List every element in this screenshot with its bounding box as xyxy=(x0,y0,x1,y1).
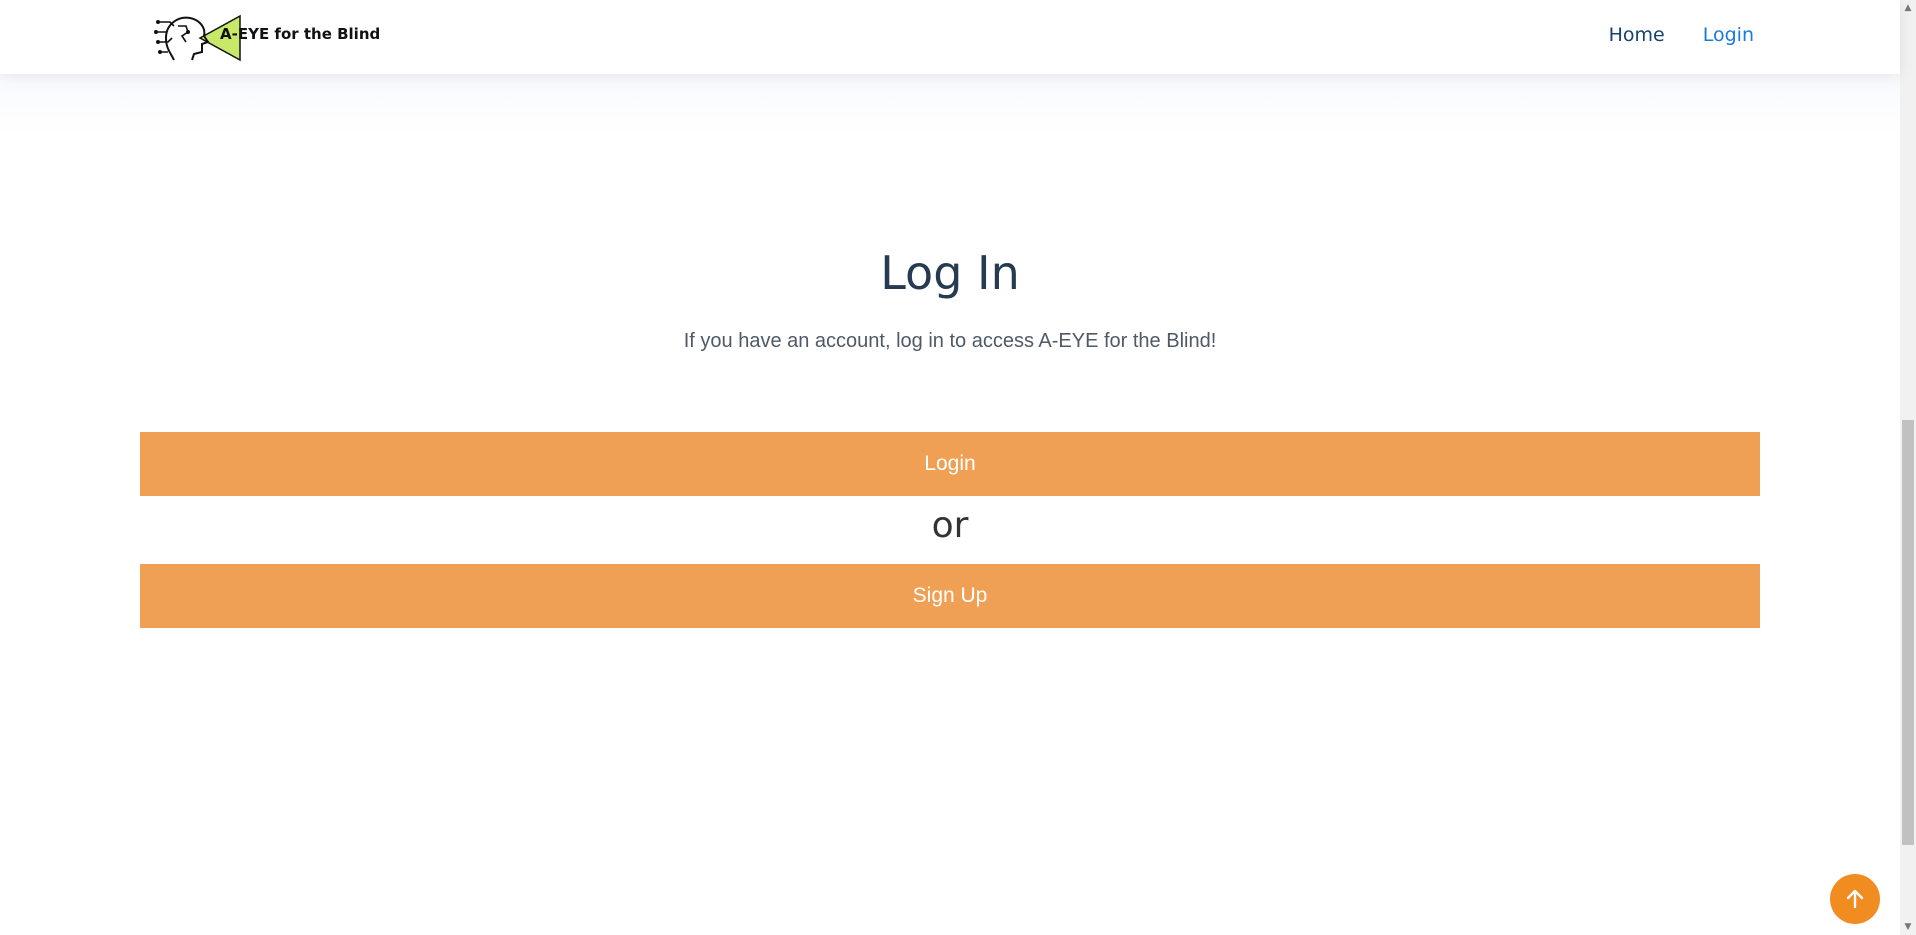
signup-button[interactable]: Sign Up xyxy=(140,564,1760,628)
arrow-up-icon xyxy=(1846,889,1864,909)
scrollbar-thumb[interactable] xyxy=(1902,420,1914,845)
page-title: Log In xyxy=(880,246,1020,300)
scroll-down-arrow-icon[interactable]: ▼ xyxy=(1900,919,1916,935)
nav-home-link[interactable]: Home xyxy=(1609,24,1665,46)
scroll-up-arrow-icon[interactable]: ▲ xyxy=(1900,0,1916,16)
section-divider xyxy=(0,74,1900,134)
login-button[interactable]: Login xyxy=(140,432,1760,496)
page-subtitle: If you have an account, log in to access… xyxy=(683,330,1217,352)
logo-text: A-EYE for the Blind xyxy=(220,25,381,43)
or-separator: or xyxy=(931,505,969,546)
back-to-top-button[interactable] xyxy=(1830,874,1880,924)
nav-login-link[interactable]: Login xyxy=(1703,24,1754,46)
logo[interactable]: A-EYE for the Blind xyxy=(152,8,380,66)
site-header: A-EYE for the Blind Home Login xyxy=(0,0,1900,74)
vertical-scrollbar[interactable]: ▲ ▼ xyxy=(1900,0,1916,935)
main-nav: Home Login xyxy=(1609,24,1754,46)
